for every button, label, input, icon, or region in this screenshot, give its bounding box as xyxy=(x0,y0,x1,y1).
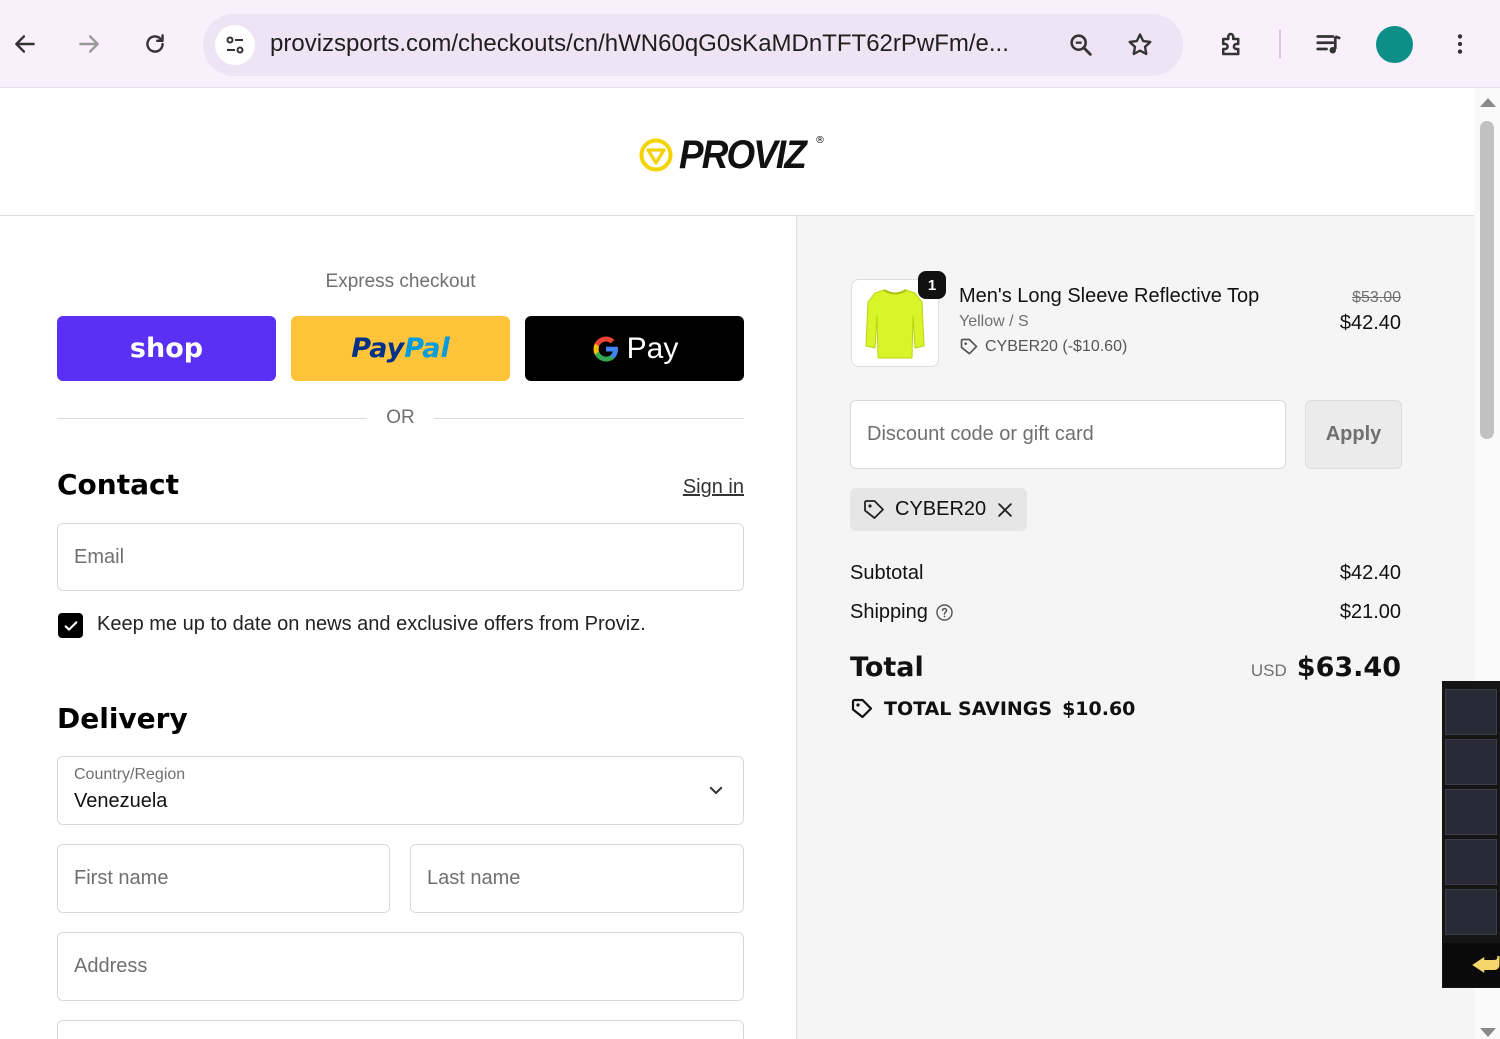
back-button[interactable] xyxy=(5,24,45,64)
discount-code-input[interactable] xyxy=(851,401,1285,468)
proviz-logo[interactable]: PROVIZ ® xyxy=(639,132,825,177)
overlay-back-arrow-icon[interactable]: ⮨ xyxy=(1443,943,1500,987)
long-sleeve-shirt-image xyxy=(865,289,925,359)
extensions-icon[interactable] xyxy=(1212,24,1252,64)
contact-title: Contact xyxy=(57,468,179,501)
product-variant: Yellow / S xyxy=(959,313,1029,330)
logo-text: PROVIZ xyxy=(679,132,807,177)
order-summary: 1 Men's Long Sleeve Reflective Top Yello… xyxy=(796,216,1474,1039)
delivery-title: Delivery xyxy=(57,702,188,735)
google-g-icon xyxy=(593,336,618,362)
subtotal-value: $42.40 xyxy=(1339,562,1401,584)
scroll-down-arrow-icon[interactable] xyxy=(1480,1028,1496,1037)
email-field[interactable] xyxy=(57,523,744,591)
country-select-label: Country/Region xyxy=(74,766,186,783)
tag-icon xyxy=(960,338,978,355)
shipping-value: $21.00 xyxy=(1339,601,1401,623)
tag-icon xyxy=(851,698,873,719)
chevron-down-icon xyxy=(709,786,723,794)
shipping-label-text: Shipping xyxy=(850,601,928,623)
total-value: USD $63.40 xyxy=(1251,652,1401,683)
overlay-item[interactable] xyxy=(1445,839,1497,885)
google-pay-label: Pay xyxy=(626,331,679,365)
shipping-label: Shipping xyxy=(850,601,954,624)
bookmark-star-icon[interactable] xyxy=(1123,28,1157,62)
overlay-item[interactable] xyxy=(1445,739,1497,785)
tune-icon xyxy=(226,36,244,54)
overlay-item[interactable] xyxy=(1445,689,1497,735)
product-name: Men's Long Sleeve Reflective Top xyxy=(959,285,1260,307)
address-field[interactable] xyxy=(57,932,744,1001)
zoom-icon[interactable] xyxy=(1064,28,1098,62)
back-arrow-icon xyxy=(15,35,35,53)
reload-button[interactable] xyxy=(135,24,175,64)
overlay-item[interactable] xyxy=(1445,889,1497,935)
product-discount-text: CYBER20 (-$10.60) xyxy=(985,338,1128,355)
browser-toolbar: provizsports.com/checkouts/cn/hWN60qG0sK… xyxy=(0,0,1500,88)
remove-discount-close-icon[interactable] xyxy=(995,500,1015,520)
product-discount: CYBER20 (-$10.60) xyxy=(959,337,1127,357)
shop-pay-logo: shop xyxy=(129,333,204,364)
apply-discount-button[interactable]: Apply xyxy=(1305,400,1402,469)
product-original-price: $53.00 xyxy=(1352,289,1401,306)
applied-discount-chip: CYBER20 xyxy=(850,488,1028,531)
express-checkout-label: Express checkout xyxy=(325,271,476,292)
logo-registered-mark: ® xyxy=(815,135,825,146)
checkmark-icon xyxy=(64,620,77,631)
quantity-badge: 1 xyxy=(918,271,946,299)
subtotal-label-text: Subtotal xyxy=(850,562,924,584)
first-name-input[interactable] xyxy=(58,845,389,912)
tag-icon xyxy=(864,499,884,519)
checkout-header: PROVIZ ® xyxy=(0,88,1474,216)
address-bar[interactable]: provizsports.com/checkouts/cn/hWN60qG0sK… xyxy=(203,14,1183,76)
overlay-item[interactable] xyxy=(1445,789,1497,835)
total-savings: TOTAL SAVINGS $10.60 xyxy=(850,697,1135,721)
last-name-field[interactable] xyxy=(410,844,744,913)
checkout-form: Express checkout shop Pay Pal Pay OR Cont… xyxy=(0,216,796,1039)
site-info-button[interactable] xyxy=(215,25,255,65)
proviz-logo-icon xyxy=(639,138,673,172)
last-name-input[interactable] xyxy=(411,845,743,912)
country-select[interactable]: Country/Region Venezuela xyxy=(57,756,744,825)
more-menu-icon[interactable] xyxy=(1440,24,1480,64)
paypal-logo-part2: Pal xyxy=(404,333,450,364)
google-pay-button[interactable]: Pay xyxy=(525,316,744,381)
newsletter-checkbox[interactable] xyxy=(58,613,83,638)
profile-avatar[interactable] xyxy=(1376,26,1413,63)
toolbar-divider xyxy=(1279,30,1281,58)
first-name-field[interactable] xyxy=(57,844,390,913)
forward-arrow-icon xyxy=(79,35,99,53)
forward-button[interactable] xyxy=(69,24,109,64)
total-label: Total xyxy=(850,652,924,683)
next-address-field[interactable] xyxy=(57,1020,744,1039)
or-line-right xyxy=(434,418,744,419)
reload-icon xyxy=(146,34,164,53)
shop-pay-button[interactable]: shop xyxy=(57,316,276,381)
or-divider: OR xyxy=(57,406,744,430)
address-input[interactable] xyxy=(58,933,743,1000)
scroll-up-arrow-icon[interactable] xyxy=(1480,98,1496,107)
side-overlay-widget[interactable]: ⮨ xyxy=(1442,681,1500,988)
applied-discount-code: CYBER20 xyxy=(895,498,987,520)
subtotal-label: Subtotal xyxy=(850,562,923,585)
country-select-value: Venezuela xyxy=(74,790,168,812)
paypal-logo-part1: Pay xyxy=(351,333,405,364)
total-savings-label: TOTAL SAVINGS xyxy=(884,698,1053,720)
product-price: $42.40 xyxy=(1339,312,1401,334)
total-savings-value: $10.60 xyxy=(1062,698,1136,720)
email-input[interactable] xyxy=(58,524,743,590)
help-circle-icon[interactable] xyxy=(935,603,954,622)
media-controls-icon[interactable] xyxy=(1309,24,1349,64)
discount-code-field[interactable] xyxy=(850,400,1286,469)
scroll-thumb[interactable] xyxy=(1480,121,1494,439)
total-currency: USD xyxy=(1250,661,1287,680)
newsletter-label: Keep me up to date on news and exclusive… xyxy=(97,613,646,635)
sign-in-link[interactable]: Sign in xyxy=(683,476,744,499)
paypal-button[interactable]: Pay Pal xyxy=(291,316,510,381)
total-amount: $63.40 xyxy=(1296,652,1401,683)
url-text[interactable]: provizsports.com/checkouts/cn/hWN60qG0sK… xyxy=(270,30,1050,58)
